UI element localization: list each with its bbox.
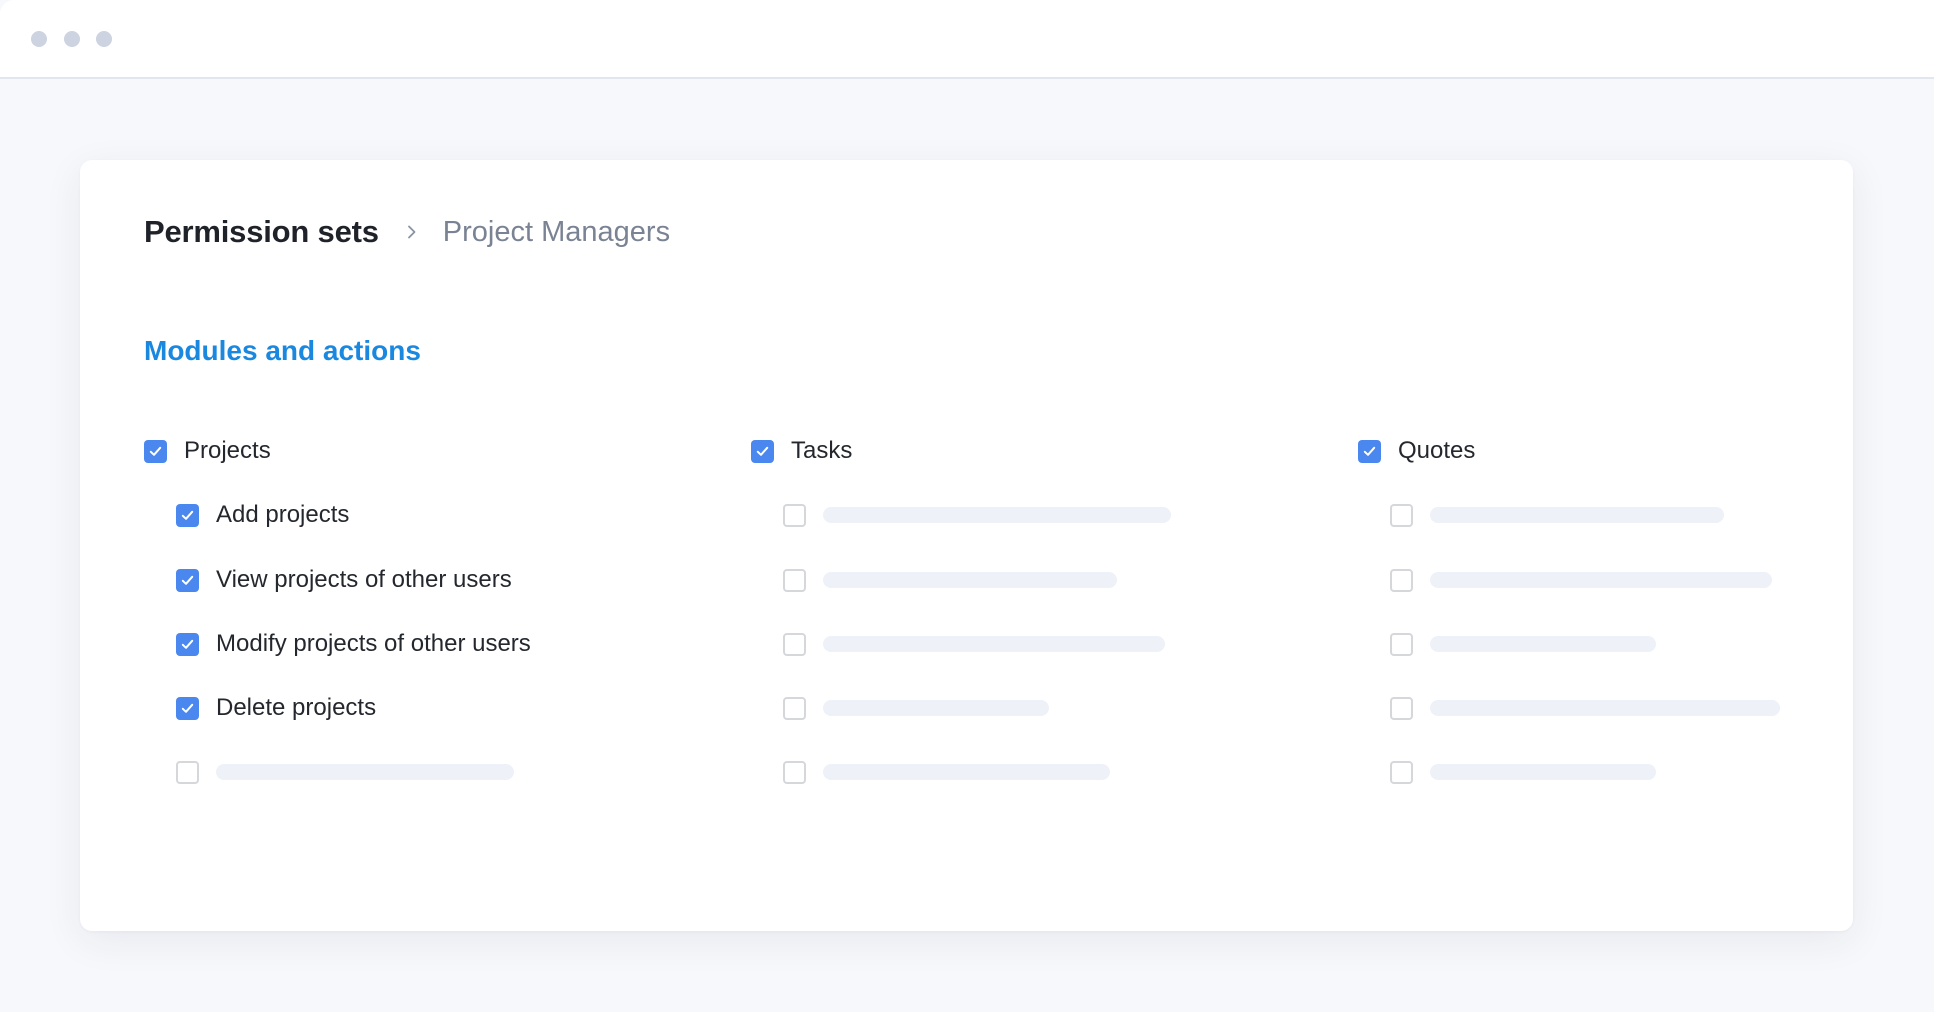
skeleton-label-placeholder	[1430, 572, 1772, 588]
check-icon	[181, 510, 194, 520]
window-maximize-dot-icon[interactable]	[96, 31, 112, 47]
check-icon	[181, 703, 194, 713]
action-checkbox-unchecked[interactable]	[1390, 696, 1413, 720]
module-label: Projects	[184, 437, 271, 464]
window-titlebar	[0, 0, 1934, 79]
window-close-dot-icon[interactable]	[31, 31, 47, 47]
action-row-placeholder[interactable]	[1390, 629, 1656, 659]
action-row-placeholder[interactable]	[1390, 565, 1772, 595]
action-label: Add projects	[216, 501, 350, 528]
action-checkbox-unchecked[interactable]	[783, 568, 806, 592]
window-minimize-dot-icon[interactable]	[64, 31, 80, 47]
module-row-projects[interactable]: Projects	[144, 436, 271, 466]
breadcrumb-current: Project Managers	[442, 215, 671, 248]
module-label: Tasks	[791, 437, 853, 464]
action-checkbox-unchecked[interactable]	[783, 760, 806, 784]
skeleton-label-placeholder	[1430, 700, 1780, 716]
skeleton-label-placeholder	[823, 507, 1171, 523]
action-checkbox-unchecked[interactable]	[1390, 568, 1413, 592]
check-icon	[181, 639, 194, 649]
action-row[interactable]: View projects of other users	[176, 565, 512, 595]
check-icon	[1363, 446, 1376, 456]
module-label: Quotes	[1398, 437, 1476, 464]
chevron-right-icon	[405, 225, 419, 239]
check-icon	[181, 575, 194, 585]
action-row-placeholder[interactable]	[783, 757, 1110, 787]
module-row-quotes[interactable]: Quotes	[1358, 436, 1475, 466]
action-row-placeholder[interactable]	[783, 629, 1165, 659]
action-label: View projects of other users	[216, 566, 512, 593]
action-checkbox-unchecked[interactable]	[783, 503, 806, 527]
skeleton-label-placeholder	[823, 572, 1117, 588]
module-checkbox-tasks[interactable]	[751, 439, 774, 463]
section-title: Modules and actions	[144, 335, 421, 366]
action-checkbox-unchecked[interactable]	[176, 760, 199, 784]
action-checkbox-unchecked[interactable]	[783, 696, 806, 720]
action-row[interactable]: Add projects	[176, 500, 349, 530]
skeleton-label-placeholder	[1430, 507, 1724, 523]
skeleton-label-placeholder	[823, 764, 1110, 780]
module-row-tasks[interactable]: Tasks	[751, 436, 852, 466]
action-row-placeholder[interactable]	[176, 757, 514, 787]
action-checkbox-unchecked[interactable]	[1390, 503, 1413, 527]
action-label: Delete projects	[216, 694, 377, 721]
check-icon	[149, 446, 162, 456]
check-icon	[756, 446, 769, 456]
action-row-placeholder[interactable]	[1390, 757, 1656, 787]
action-checkbox-unchecked[interactable]	[783, 632, 806, 656]
action-checkbox-view-projects[interactable]	[176, 568, 199, 592]
module-checkbox-quotes[interactable]	[1358, 439, 1381, 463]
breadcrumb-permission-sets-link[interactable]: Permission sets	[144, 214, 379, 250]
action-checkbox-delete-projects[interactable]	[176, 696, 199, 720]
action-row[interactable]: Delete projects	[176, 693, 376, 723]
action-row[interactable]: Modify projects of other users	[176, 629, 531, 659]
action-checkbox-unchecked[interactable]	[1390, 760, 1413, 784]
skeleton-label-placeholder	[216, 764, 514, 780]
action-row-placeholder[interactable]	[783, 565, 1117, 595]
action-checkbox-modify-projects[interactable]	[176, 632, 199, 656]
skeleton-label-placeholder	[823, 700, 1049, 716]
skeleton-label-placeholder	[823, 636, 1165, 652]
skeleton-label-placeholder	[1430, 764, 1656, 780]
module-checkbox-projects[interactable]	[144, 439, 167, 463]
action-row-placeholder[interactable]	[783, 693, 1049, 723]
permission-set-card: Permission sets Project Managers Modules…	[80, 160, 1853, 931]
action-row-placeholder[interactable]	[1390, 500, 1724, 530]
breadcrumb: Permission sets Project Managers	[144, 212, 670, 252]
skeleton-label-placeholder	[1430, 636, 1656, 652]
action-checkbox-add-projects[interactable]	[176, 503, 199, 527]
action-row-placeholder[interactable]	[1390, 693, 1780, 723]
action-checkbox-unchecked[interactable]	[1390, 632, 1413, 656]
action-label: Modify projects of other users	[216, 630, 531, 657]
action-row-placeholder[interactable]	[783, 500, 1171, 530]
